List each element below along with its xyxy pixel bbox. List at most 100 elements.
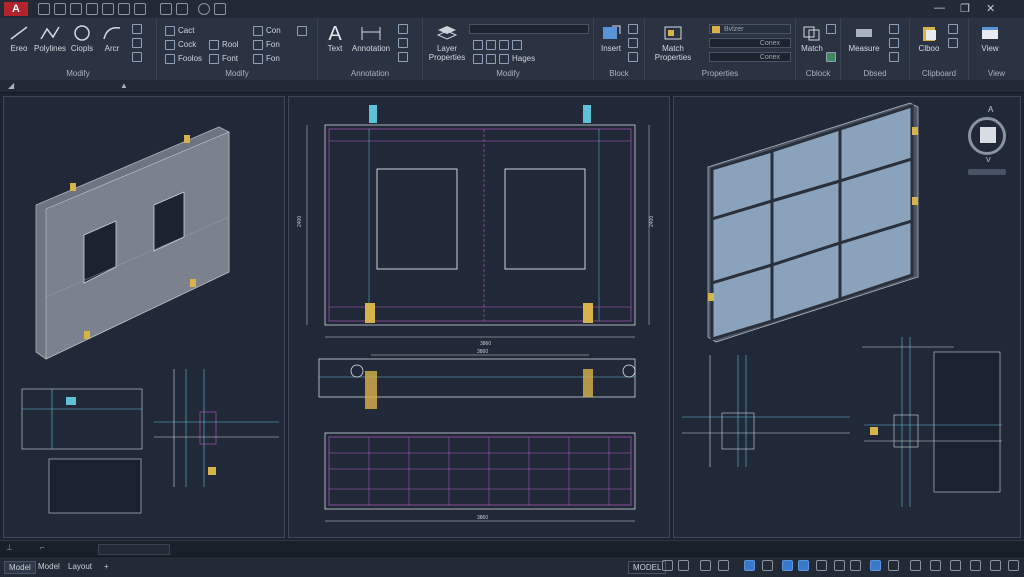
- minimize-icon[interactable]: —: [934, 2, 945, 14]
- file-tab-add-icon[interactable]: ▲: [120, 81, 128, 90]
- view-cube-face[interactable]: [980, 127, 996, 143]
- workspace-icon[interactable]: [176, 3, 188, 15]
- ortho-icon[interactable]: [700, 560, 711, 571]
- pencil-icon[interactable]: [297, 26, 310, 36]
- line-tool-button[interactable]: Ereo: [4, 24, 34, 53]
- dynamic-ucs-icon[interactable]: [850, 560, 861, 571]
- osnap-icon[interactable]: [744, 560, 755, 571]
- panel-title-annotation[interactable]: Annotation: [318, 69, 422, 78]
- add-layout-icon[interactable]: +: [100, 561, 113, 572]
- cut-icon[interactable]: [948, 24, 961, 34]
- isolate-objects-icon[interactable]: [950, 560, 961, 571]
- scale-button[interactable]: Font: [209, 54, 238, 64]
- undo-icon[interactable]: [118, 3, 130, 15]
- polyline-tool-button[interactable]: Polylines: [34, 24, 66, 53]
- share-icon[interactable]: [160, 3, 172, 15]
- layer-state-icons[interactable]: [473, 40, 525, 50]
- color-combo[interactable]: Bvlzer: [709, 24, 791, 34]
- app-logo-button[interactable]: A: [4, 2, 28, 16]
- print-icon[interactable]: [102, 3, 114, 15]
- leader-icon[interactable]: [398, 24, 411, 34]
- circle-tool-button[interactable]: Ciopls: [68, 24, 96, 53]
- match-properties-button[interactable]: Match Properties: [651, 24, 695, 62]
- layer-properties-button[interactable]: Layer Properties: [427, 24, 467, 62]
- panel-title-dbsed[interactable]: Dbsed: [841, 69, 909, 78]
- layer-combo[interactable]: [469, 24, 589, 34]
- paste-button[interactable]: Clboo: [914, 24, 944, 53]
- annotation-scale-icon[interactable]: [870, 560, 881, 571]
- polar-icon[interactable]: [718, 560, 729, 571]
- group-select-icon[interactable]: [826, 24, 839, 34]
- draw-more-icon[interactable]: [132, 24, 145, 34]
- panel-title-draw[interactable]: Modify: [0, 69, 156, 78]
- viewport-right[interactable]: A V: [673, 96, 1021, 538]
- panel-title-layers[interactable]: Modify: [423, 69, 593, 78]
- lineweight-combo[interactable]: Conex: [709, 52, 791, 62]
- panel-title-block[interactable]: Block: [594, 69, 644, 78]
- markup-icon[interactable]: [398, 52, 411, 62]
- edit-block-icon[interactable]: [628, 38, 641, 48]
- customization-menu-icon[interactable]: [1008, 560, 1019, 571]
- group-edit-icon[interactable]: [826, 52, 839, 62]
- text-tool-button[interactable]: A Text: [322, 24, 348, 53]
- snap-icon[interactable]: [678, 560, 689, 571]
- command-line[interactable]: ⊥ ⌐: [0, 540, 1024, 557]
- cloud-icon[interactable]: [198, 3, 210, 15]
- view-button[interactable]: View: [975, 24, 1005, 53]
- hatch-icon[interactable]: [132, 38, 145, 48]
- rectangle-icon[interactable]: [132, 52, 145, 62]
- hardware-acceleration-icon[interactable]: [970, 560, 981, 571]
- redo-icon[interactable]: [134, 3, 146, 15]
- copy-clip-icon[interactable]: [948, 38, 961, 48]
- command-input[interactable]: [98, 544, 170, 555]
- model-space-button[interactable]: MODEL: [628, 561, 667, 574]
- utilities-icon-1[interactable]: [889, 24, 902, 34]
- fillet-button[interactable]: Fon: [253, 40, 280, 50]
- move-button[interactable]: Cact: [165, 26, 194, 36]
- tab-model-2[interactable]: Model: [34, 561, 64, 572]
- viewport-left[interactable]: [3, 96, 285, 538]
- selection-cycling-icon[interactable]: [816, 560, 827, 571]
- clean-screen-icon[interactable]: [990, 560, 1001, 571]
- arc-tool-button[interactable]: Arcr: [98, 24, 126, 53]
- utilities-icon-3[interactable]: [889, 52, 902, 62]
- copy-button[interactable]: Cock: [165, 40, 196, 50]
- open-file-icon[interactable]: [54, 3, 66, 15]
- transparency-icon[interactable]: [798, 560, 809, 571]
- workspace-switch-icon[interactable]: [910, 560, 921, 571]
- tab-model[interactable]: Model: [4, 561, 36, 574]
- new-file-icon[interactable]: [38, 3, 50, 15]
- viewport-center[interactable]: 3860 2400 2400 3860 3860: [288, 96, 670, 538]
- panel-title-modify[interactable]: Modify: [157, 69, 317, 78]
- rotate-button[interactable]: Rool: [209, 40, 238, 50]
- linetype-combo[interactable]: Conex: [709, 38, 791, 48]
- dimension-tool-button[interactable]: Annotation: [348, 24, 394, 53]
- grid-icon[interactable]: [662, 560, 673, 571]
- restore-icon[interactable]: ❐: [960, 2, 970, 15]
- 3d-osnap-icon[interactable]: [834, 560, 845, 571]
- panel-title-cblock[interactable]: Cblock: [796, 69, 840, 78]
- panel-title-properties[interactable]: Properties: [645, 69, 795, 78]
- trim-button[interactable]: Con: [253, 26, 281, 36]
- close-icon[interactable]: ✕: [986, 2, 995, 15]
- annotation-visibility-icon[interactable]: [888, 560, 899, 571]
- measure-button[interactable]: Measure: [845, 24, 883, 53]
- view-cube-menu[interactable]: [968, 169, 1006, 175]
- view-cube[interactable]: A V: [964, 105, 1012, 177]
- save-icon[interactable]: [70, 3, 82, 15]
- panel-title-clipboard[interactable]: Clipboard: [910, 69, 968, 78]
- create-block-icon[interactable]: [628, 24, 641, 34]
- lineweight-icon[interactable]: [782, 560, 793, 571]
- settings-gear-icon[interactable]: [930, 560, 941, 571]
- save-as-icon[interactable]: [86, 3, 98, 15]
- stretch-button[interactable]: Foolos: [165, 54, 202, 64]
- utilities-icon-2[interactable]: [889, 38, 902, 48]
- customize-icon[interactable]: [214, 3, 226, 15]
- array-button[interactable]: Fon: [253, 54, 280, 64]
- attribute-icon[interactable]: [628, 52, 641, 62]
- otrack-icon[interactable]: [762, 560, 773, 571]
- tab-layout[interactable]: Layout: [64, 561, 96, 572]
- file-tab-left-icon[interactable]: ◢: [8, 81, 14, 90]
- match-button[interactable]: Match: [798, 24, 826, 53]
- hages-button[interactable]: Hages: [473, 54, 535, 64]
